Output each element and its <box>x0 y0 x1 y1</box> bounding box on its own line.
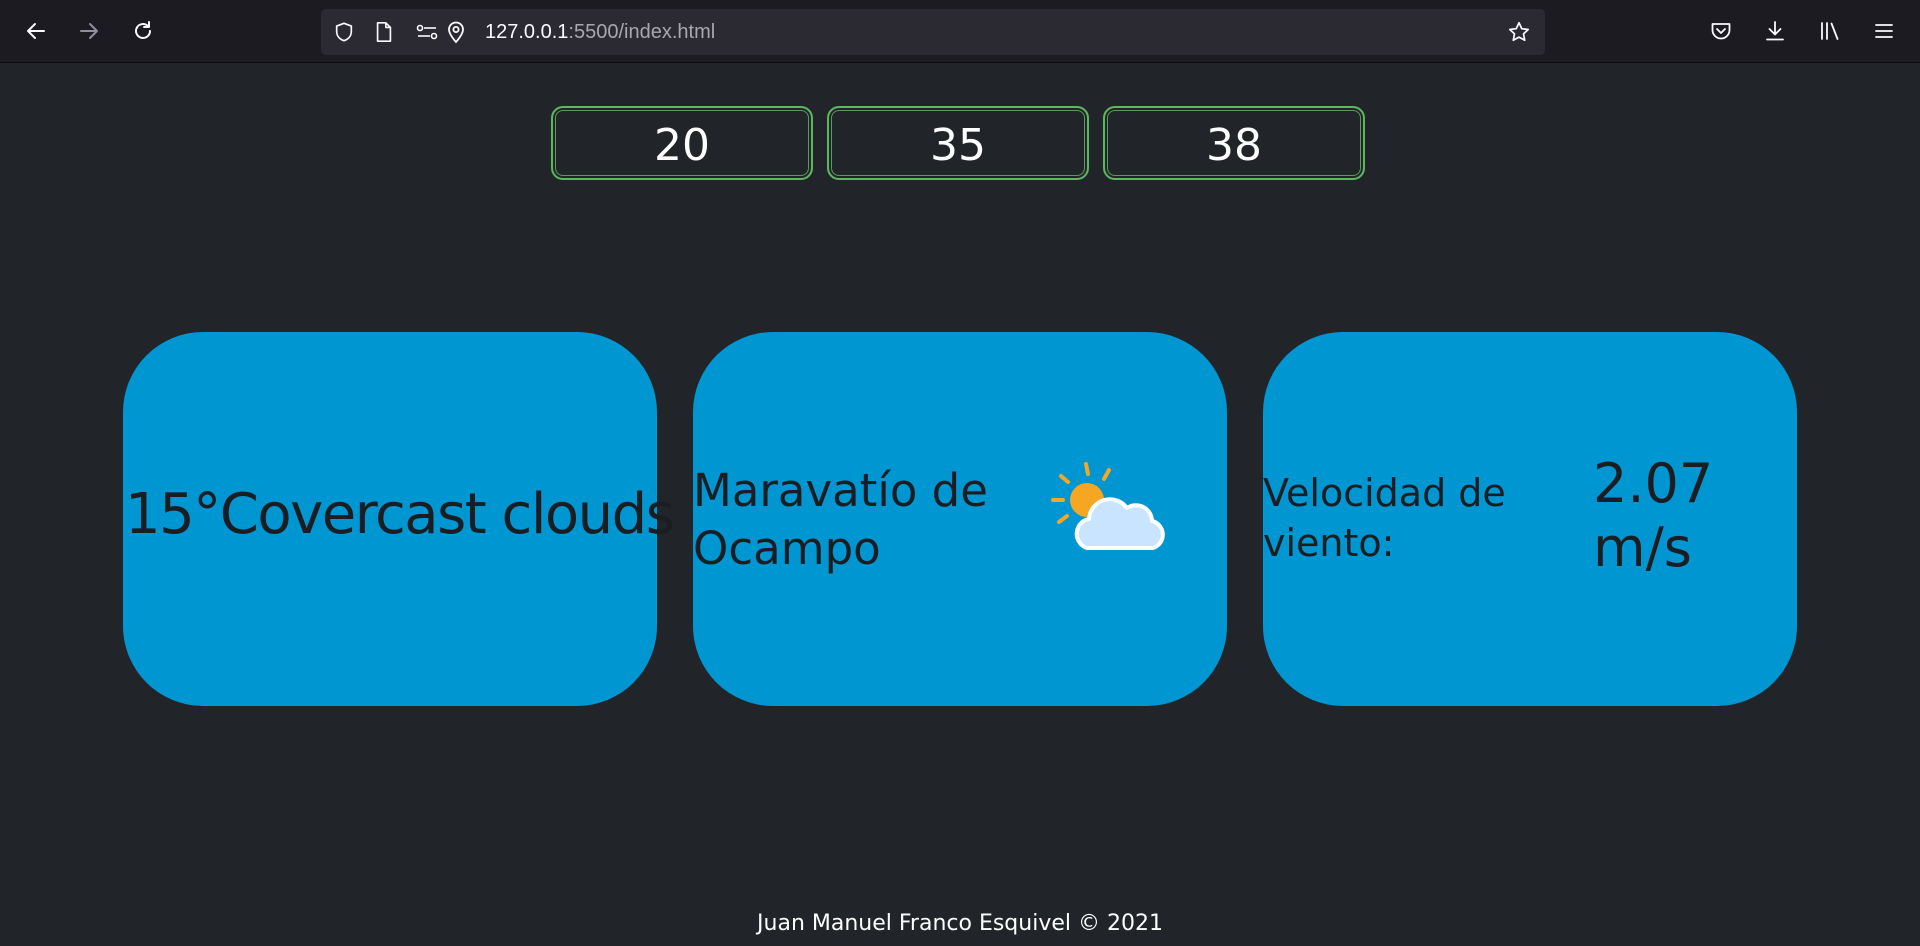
download-icon <box>1766 21 1784 41</box>
reload-button[interactable] <box>125 13 161 49</box>
location-pin-icon[interactable] <box>444 20 468 44</box>
page-content: 20 35 38 15°Covercast clouds Maravatío d… <box>0 63 1920 946</box>
partly-cloudy-icon <box>1051 462 1165 550</box>
number-box-3[interactable]: 38 <box>1103 106 1365 180</box>
url-host: 127.0.0.1 <box>485 21 569 43</box>
url-text[interactable]: 127.0.0.1:5500/index.html <box>485 21 715 44</box>
permissions-icon[interactable] <box>415 20 439 44</box>
downloads-button[interactable] <box>1757 13 1793 49</box>
number-box-1[interactable]: 20 <box>551 106 813 180</box>
wind-card: Velocidad de viento: 2.07 m/s <box>1263 332 1797 706</box>
page-icon[interactable] <box>372 20 396 44</box>
arrow-right-icon <box>80 23 98 39</box>
back-button[interactable] <box>18 13 54 49</box>
city-name: Maravatío de Ocampo <box>693 464 988 575</box>
arrow-left-icon <box>27 23 45 39</box>
city-card: Maravatío de Ocampo <box>693 332 1227 706</box>
url-bar[interactable]: 127.0.0.1:5500/index.html <box>321 9 1545 55</box>
url-path: :5500/index.html <box>568 21 716 43</box>
pocket-button[interactable] <box>1703 13 1739 49</box>
library-button[interactable] <box>1812 13 1848 49</box>
hamburger-menu-icon <box>1875 24 1893 38</box>
menu-button[interactable] <box>1866 13 1902 49</box>
wind-label: Velocidad de viento: <box>1263 471 1506 565</box>
reload-icon <box>135 21 151 39</box>
pocket-icon <box>1711 23 1731 40</box>
number-box-2[interactable]: 35 <box>827 106 1089 180</box>
shield-icon[interactable] <box>332 20 356 44</box>
browser-toolbar: 127.0.0.1:5500/index.html <box>0 0 1920 63</box>
forward-button[interactable] <box>71 13 107 49</box>
star-icon[interactable] <box>1507 20 1531 44</box>
wind-value: 2.07 m/s <box>1593 452 1714 579</box>
temperature-description: 15°Covercast clouds <box>125 482 675 547</box>
footer-credit: Juan Manuel Franco Esquivel © 2021 <box>757 911 1163 936</box>
temperature-card: 15°Covercast clouds <box>123 332 675 706</box>
library-icon <box>1821 22 1839 40</box>
